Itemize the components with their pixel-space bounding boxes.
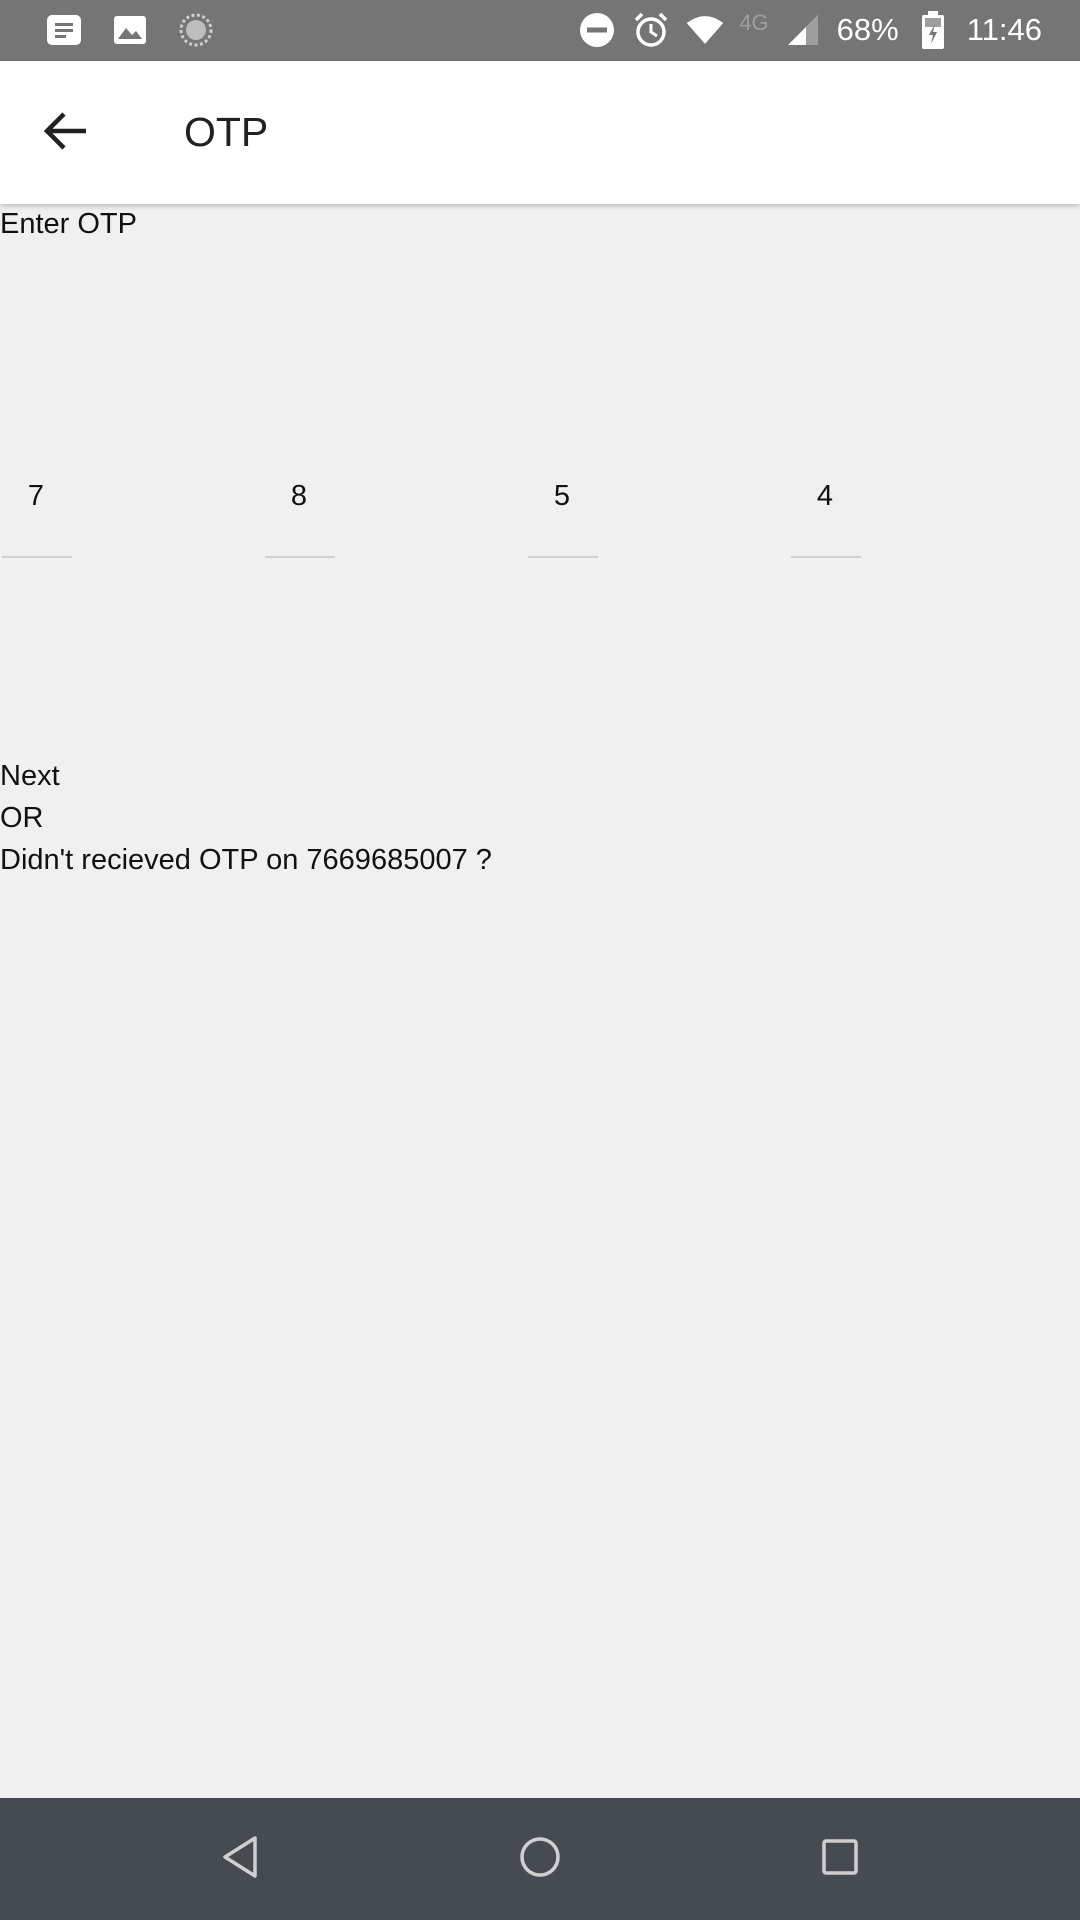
do-not-disturb-icon [577, 10, 617, 50]
otp-underline [791, 556, 861, 558]
next-button[interactable]: Next [0, 760, 60, 793]
otp-input-4[interactable]: 4 [789, 470, 861, 558]
sync-icon [176, 10, 216, 50]
alarm-icon [631, 10, 671, 50]
arrow-back-icon [42, 110, 90, 157]
nav-home-button[interactable] [510, 1829, 570, 1889]
otp-underline [528, 556, 598, 558]
signal-icon [783, 10, 823, 50]
page-title: OTP [184, 109, 269, 155]
nav-recents-button[interactable] [810, 1829, 870, 1889]
otp-digit: 5 [553, 480, 571, 512]
otp-input-3[interactable]: 5 [526, 470, 598, 558]
status-bar: 4G 68% 11:46 [0, 0, 1080, 61]
otp-digit: 7 [27, 480, 45, 512]
battery-charging-icon [913, 10, 953, 50]
message-icon [44, 10, 84, 50]
otp-digit: 8 [290, 480, 308, 512]
battery-percent: 68% [836, 12, 899, 47]
back-triangle-icon [220, 1835, 260, 1884]
clock: 11:46 [966, 12, 1042, 47]
network-type: 4G [739, 10, 769, 35]
otp-underline [2, 556, 72, 558]
back-button[interactable] [36, 105, 96, 161]
home-circle-icon [518, 1835, 562, 1884]
system-nav-bar [0, 1798, 1080, 1920]
resend-otp-link[interactable]: Didn't recieved OTP on 7669685007 ? [0, 844, 492, 877]
otp-digit: 4 [816, 480, 834, 512]
enter-otp-label: Enter OTP [0, 208, 137, 240]
wifi-icon [685, 10, 725, 50]
otp-underline [265, 556, 335, 558]
app-bar: OTP [0, 61, 1080, 204]
image-icon [110, 10, 150, 50]
or-divider-text: OR [0, 802, 44, 834]
nav-back-button[interactable] [210, 1829, 270, 1889]
recents-square-icon [820, 1837, 860, 1882]
otp-input-1[interactable]: 7 [0, 470, 72, 558]
otp-input-2[interactable]: 8 [263, 470, 335, 558]
